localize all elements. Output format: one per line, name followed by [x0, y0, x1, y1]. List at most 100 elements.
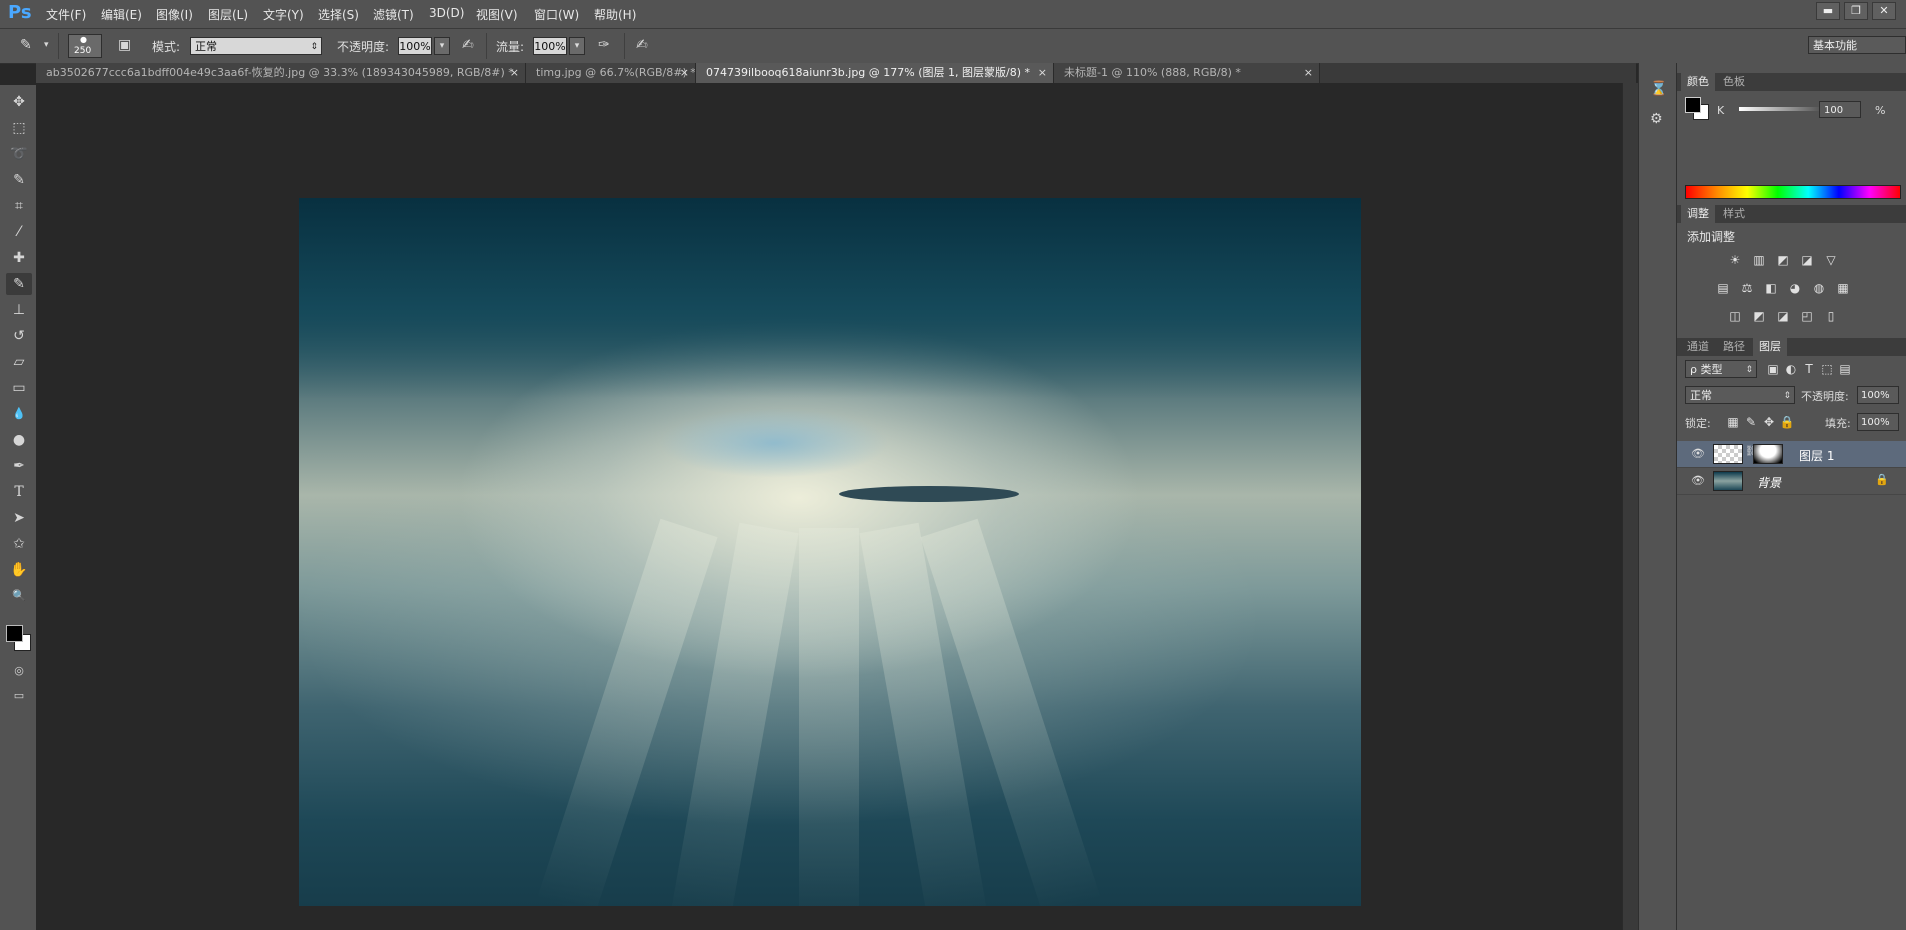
menu-image[interactable]: 图像(I): [156, 6, 193, 23]
lock-transparent-icon[interactable]: ▦: [1725, 415, 1741, 429]
filter-adjustment-icon[interactable]: ◐: [1783, 362, 1799, 376]
exposure-adjust-icon[interactable]: ◪: [1799, 253, 1815, 267]
tab-paths[interactable]: 路径: [1717, 338, 1751, 356]
close-icon[interactable]: ×: [1038, 63, 1047, 83]
move-tool-icon[interactable]: ✥: [6, 91, 32, 113]
k-value-input[interactable]: 100: [1819, 101, 1861, 118]
posterize-adjust-icon[interactable]: ◩: [1751, 309, 1767, 323]
menu-select[interactable]: 选择(S): [318, 6, 359, 23]
layer-opacity-input[interactable]: 100%: [1857, 386, 1899, 404]
minimize-button[interactable]: ▬: [1816, 2, 1840, 20]
lock-position-icon[interactable]: ✥: [1761, 415, 1777, 429]
tab-document-2[interactable]: timg.jpg @ 66.7%(RGB/8#) * ×: [526, 63, 696, 83]
visibility-eye-icon[interactable]: 👁: [1691, 447, 1705, 460]
brush-preset-icon[interactable]: ✎: [20, 37, 32, 53]
tab-layers[interactable]: 图层: [1753, 338, 1787, 356]
properties-icon[interactable]: ⚙: [1650, 111, 1663, 127]
layer-name[interactable]: 背景: [1757, 474, 1781, 491]
filter-smart-object-icon[interactable]: ▤: [1837, 362, 1853, 376]
close-icon[interactable]: ×: [680, 63, 689, 83]
menu-filter[interactable]: 滤镜(T): [373, 6, 414, 23]
layer-row[interactable]: 👁 ⛓ 图层 1: [1677, 441, 1906, 468]
menu-3d[interactable]: 3D(D): [429, 6, 464, 20]
vertical-scrollbar[interactable]: [1622, 83, 1639, 930]
black-white-adjust-icon[interactable]: ◧: [1763, 281, 1779, 295]
fill-input[interactable]: 100%: [1857, 413, 1899, 431]
foreground-color-swatch[interactable]: [6, 625, 23, 642]
eyedropper-tool-icon[interactable]: ⁄: [6, 221, 32, 243]
color-lookup-adjust-icon[interactable]: ▦: [1835, 281, 1851, 295]
pen-tool-icon[interactable]: ✒: [6, 455, 32, 477]
levels-adjust-icon[interactable]: ▥: [1751, 253, 1767, 267]
color-balance-adjust-icon[interactable]: ⚖: [1739, 281, 1755, 295]
document-image[interactable]: [299, 198, 1361, 906]
layer-filter-select[interactable]: ρ 类型 ⇕: [1685, 360, 1757, 378]
brightness-adjust-icon[interactable]: ☀: [1727, 253, 1743, 267]
pressure-opacity-icon[interactable]: ✍: [462, 37, 474, 53]
tab-styles[interactable]: 样式: [1717, 205, 1751, 223]
menu-edit[interactable]: 编辑(E): [101, 6, 142, 23]
tab-document-1[interactable]: ab3502677ccc6a1bdff004e49c3aa6f-恢复的.jpg …: [36, 63, 526, 83]
visibility-eye-icon[interactable]: 👁: [1691, 474, 1705, 487]
tab-document-4[interactable]: 未标题-1 @ 110% (888, RGB/8) * ×: [1054, 63, 1320, 83]
lock-image-icon[interactable]: ✎: [1743, 415, 1759, 429]
screen-mode-icon[interactable]: ▭: [6, 685, 32, 707]
opacity-input[interactable]: 100%: [398, 37, 432, 55]
layer-name[interactable]: 图层 1: [1799, 447, 1834, 464]
menu-file[interactable]: 文件(F): [46, 6, 86, 23]
menu-type[interactable]: 文字(Y): [263, 6, 304, 23]
path-selection-tool-icon[interactable]: ➤: [6, 507, 32, 529]
invert-adjust-icon[interactable]: ◫: [1727, 309, 1743, 323]
menu-help[interactable]: 帮助(H): [594, 6, 636, 23]
selective-color-adjust-icon[interactable]: ◰: [1799, 309, 1815, 323]
lock-all-icon[interactable]: 🔒: [1779, 415, 1795, 429]
photo-filter-adjust-icon[interactable]: ◕: [1787, 281, 1803, 295]
quick-select-tool-icon[interactable]: ✎: [6, 169, 32, 191]
airbrush-icon[interactable]: ✑: [598, 37, 610, 53]
mode-select[interactable]: 正常 ⇕: [190, 37, 322, 55]
channel-mixer-adjust-icon[interactable]: ◍: [1811, 281, 1827, 295]
zoom-tool-icon[interactable]: 🔍: [6, 585, 32, 607]
brush-panel-toggle-icon[interactable]: ▣: [118, 37, 131, 53]
history-brush-tool-icon[interactable]: ↺: [6, 325, 32, 347]
curves-adjust-icon[interactable]: ◩: [1775, 253, 1791, 267]
tab-adjustments[interactable]: 调整: [1681, 205, 1715, 223]
layer-mask-thumbnail[interactable]: [1753, 444, 1783, 464]
opacity-dropdown-button[interactable]: ▾: [434, 37, 450, 55]
type-tool-icon[interactable]: T: [6, 481, 32, 503]
gradient-map-adjust-icon[interactable]: ▯: [1823, 309, 1839, 323]
tab-document-3[interactable]: 074739ilbooq618aiunr3b.jpg @ 177% (图层 1,…: [696, 63, 1054, 83]
tab-channels[interactable]: 通道: [1681, 338, 1715, 356]
gradient-tool-icon[interactable]: ▭: [6, 377, 32, 399]
color-fg-swatch[interactable]: [1685, 97, 1701, 113]
flow-input[interactable]: 100%: [533, 37, 567, 55]
history-icon[interactable]: ⌛: [1650, 81, 1667, 97]
color-spectrum-bar[interactable]: [1685, 185, 1901, 199]
workspace-select[interactable]: 基本功能: [1808, 36, 1906, 54]
menu-window[interactable]: 窗口(W): [534, 6, 579, 23]
chevron-down-icon[interactable]: ▾: [44, 37, 49, 53]
vibrance-adjust-icon[interactable]: ▽: [1823, 253, 1839, 267]
filter-type-icon[interactable]: T: [1801, 362, 1817, 376]
filter-shape-icon[interactable]: ⬚: [1819, 362, 1835, 376]
brush-tool-icon[interactable]: ✎: [6, 273, 32, 295]
threshold-adjust-icon[interactable]: ◪: [1775, 309, 1791, 323]
quick-mask-icon[interactable]: ◎: [6, 660, 32, 682]
restore-button[interactable]: ❐: [1844, 2, 1868, 20]
flow-dropdown-button[interactable]: ▾: [569, 37, 585, 55]
close-icon[interactable]: ×: [510, 63, 519, 83]
eraser-tool-icon[interactable]: ▱: [6, 351, 32, 373]
menu-view[interactable]: 视图(V): [476, 6, 518, 23]
brush-size-picker[interactable]: ● 250: [68, 34, 102, 58]
close-icon[interactable]: ×: [1304, 63, 1313, 83]
clone-stamp-tool-icon[interactable]: ⊥: [6, 299, 32, 321]
tab-color[interactable]: 颜色: [1681, 73, 1715, 91]
dodge-tool-icon[interactable]: ●: [6, 429, 32, 451]
blur-tool-icon[interactable]: 💧: [6, 403, 32, 425]
hand-tool-icon[interactable]: ✋: [6, 559, 32, 581]
shape-tool-icon[interactable]: ✩: [6, 533, 32, 555]
marquee-tool-icon[interactable]: ⬚: [6, 117, 32, 139]
menu-layer[interactable]: 图层(L): [208, 6, 248, 23]
blend-mode-select[interactable]: 正常 ⇕: [1685, 386, 1795, 404]
lasso-tool-icon[interactable]: ➰: [6, 143, 32, 165]
